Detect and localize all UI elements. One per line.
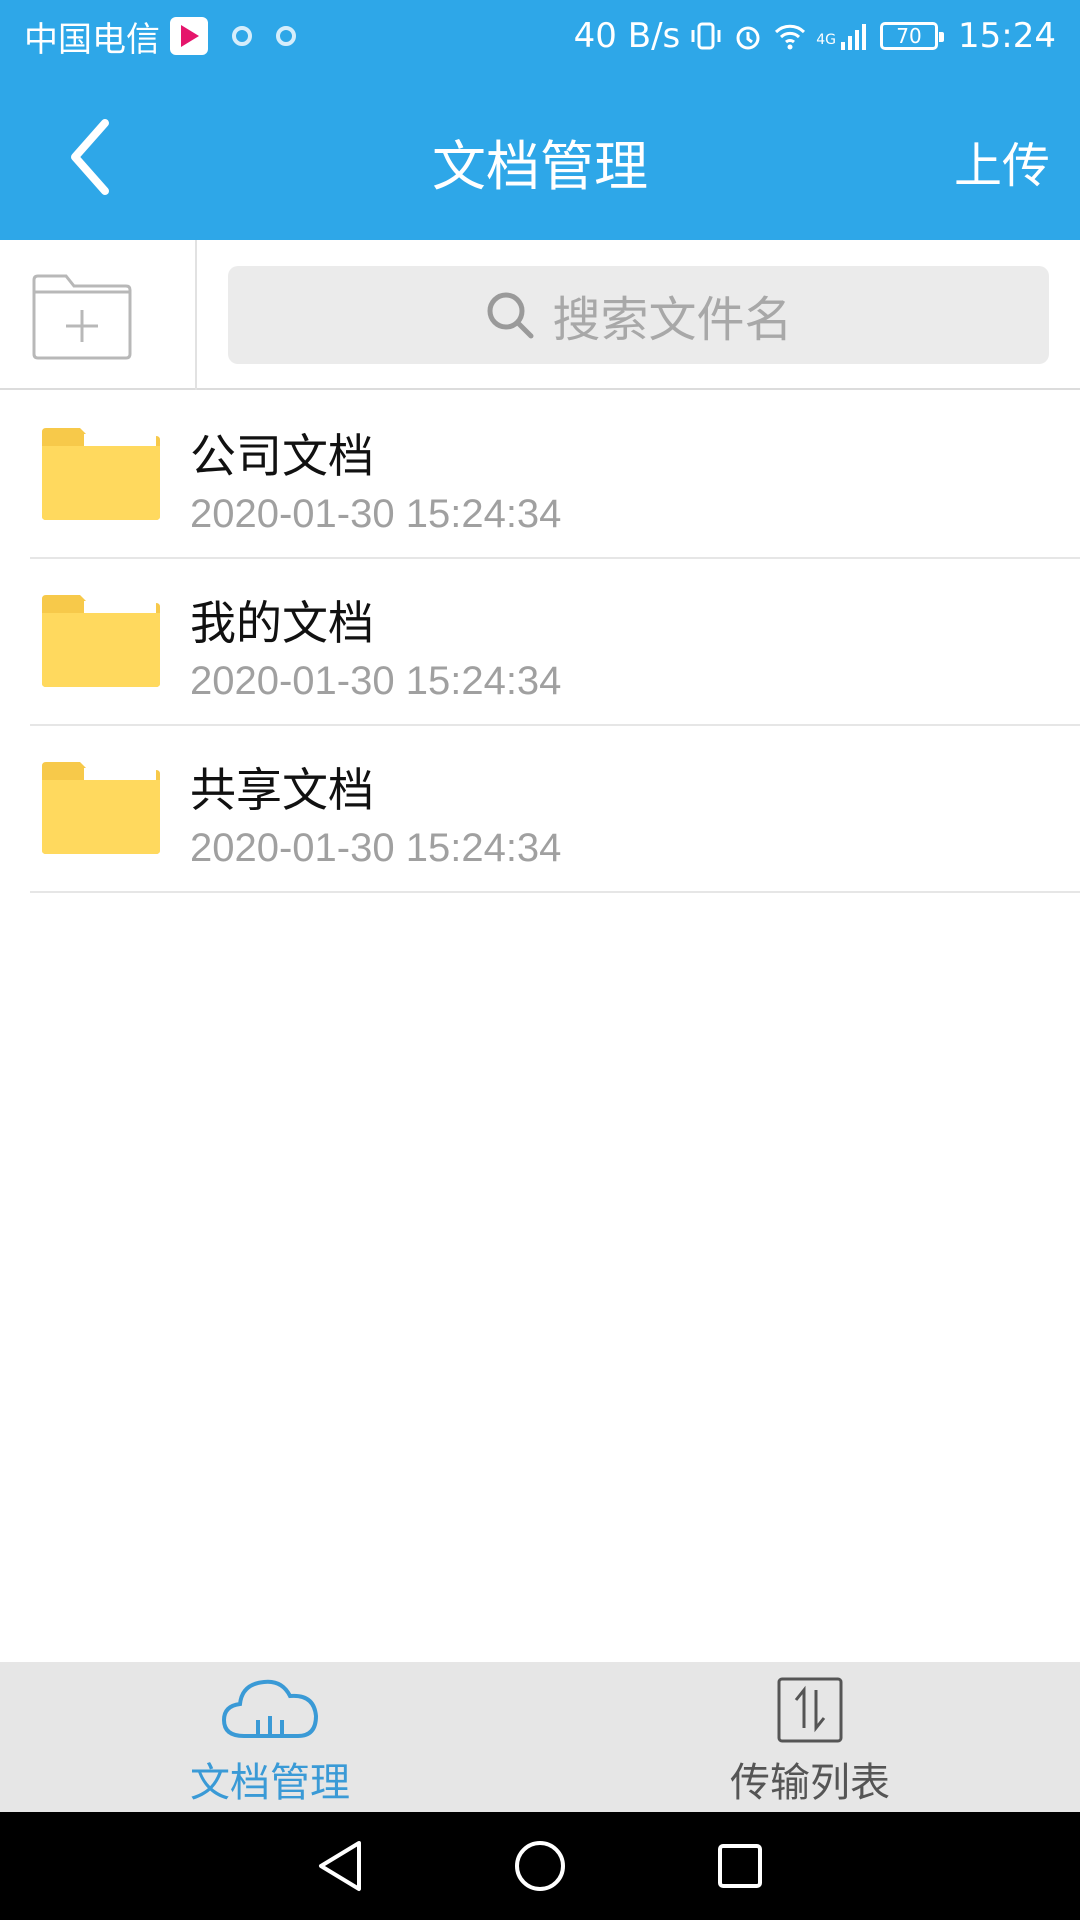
- list-item[interactable]: 公司文档 2020-01-30 15:24:34: [30, 392, 1080, 559]
- battery-icon: 70: [880, 22, 945, 50]
- nav-home-button[interactable]: [510, 1836, 570, 1896]
- notification-ring-icon: [276, 26, 296, 46]
- folder-icon: [42, 762, 160, 854]
- video-app-icon: [170, 17, 208, 55]
- folder-add-icon: [32, 274, 132, 360]
- nav-back-button[interactable]: [310, 1836, 370, 1896]
- list-item[interactable]: 共享文档 2020-01-30 15:24:34: [30, 726, 1080, 893]
- upload-button[interactable]: 上传: [954, 126, 1050, 196]
- page-title: 文档管理: [432, 135, 648, 198]
- square-recents-icon: [718, 1844, 762, 1888]
- file-time: 2020-01-30 15:24:34: [190, 659, 562, 703]
- file-name: 我的文档: [190, 596, 374, 650]
- status-left: 中国电信: [24, 12, 574, 61]
- tab-label: 传输列表: [730, 1760, 890, 1806]
- status-bar: 中国电信 40 B/s 4G 70 15:24: [0, 0, 1080, 72]
- alarm-icon: [736, 26, 760, 50]
- wifi-icon: [775, 24, 806, 50]
- search-input[interactable]: 搜索文件名: [228, 266, 1049, 364]
- signal-icon: [841, 24, 867, 50]
- file-name: 共享文档: [190, 763, 374, 817]
- system-nav-bar: [0, 1812, 1080, 1920]
- toolbar-divider: [195, 240, 197, 390]
- search-placeholder: 搜索文件名: [552, 292, 793, 348]
- app-bar: 文档管理 上传: [0, 72, 1080, 240]
- carrier-label: 中国电信: [24, 19, 160, 60]
- triangle-back-icon: [319, 1841, 361, 1891]
- file-time: 2020-01-30 15:24:34: [190, 492, 562, 536]
- folder-icon: [42, 595, 160, 687]
- transfer-icon: [777, 1677, 843, 1743]
- battery-level: 70: [896, 24, 922, 48]
- nav-recents-button[interactable]: [710, 1836, 770, 1896]
- network-type: 4G: [816, 32, 837, 48]
- net-speed: 40 B/s: [573, 16, 681, 56]
- bottom-tab-bar: 文档管理 传输列表: [0, 1662, 1080, 1812]
- list-item[interactable]: 我的文档 2020-01-30 15:24:34: [30, 559, 1080, 726]
- vibrate-icon: [691, 22, 721, 50]
- tab-transfer-list[interactable]: 传输列表: [540, 1662, 1080, 1812]
- toolbar: 搜索文件名: [0, 240, 1080, 390]
- notification-dot-icon: [232, 26, 252, 46]
- tab-label: 文档管理: [190, 1760, 350, 1806]
- status-right: 40 B/s 4G 70 15:24: [574, 16, 1056, 56]
- file-list: 公司文档 2020-01-30 15:24:34 我的文档 2020-01-30…: [0, 392, 1080, 893]
- circle-home-icon: [515, 1841, 565, 1891]
- clock: 15:24: [958, 16, 1056, 56]
- cloud-icon: [221, 1679, 319, 1738]
- search-icon: [487, 292, 534, 339]
- file-name: 公司文档: [190, 429, 374, 483]
- file-time: 2020-01-30 15:24:34: [190, 826, 562, 870]
- new-folder-button[interactable]: [30, 272, 134, 362]
- folder-icon: [42, 428, 160, 520]
- tab-document-management[interactable]: 文档管理: [0, 1662, 540, 1812]
